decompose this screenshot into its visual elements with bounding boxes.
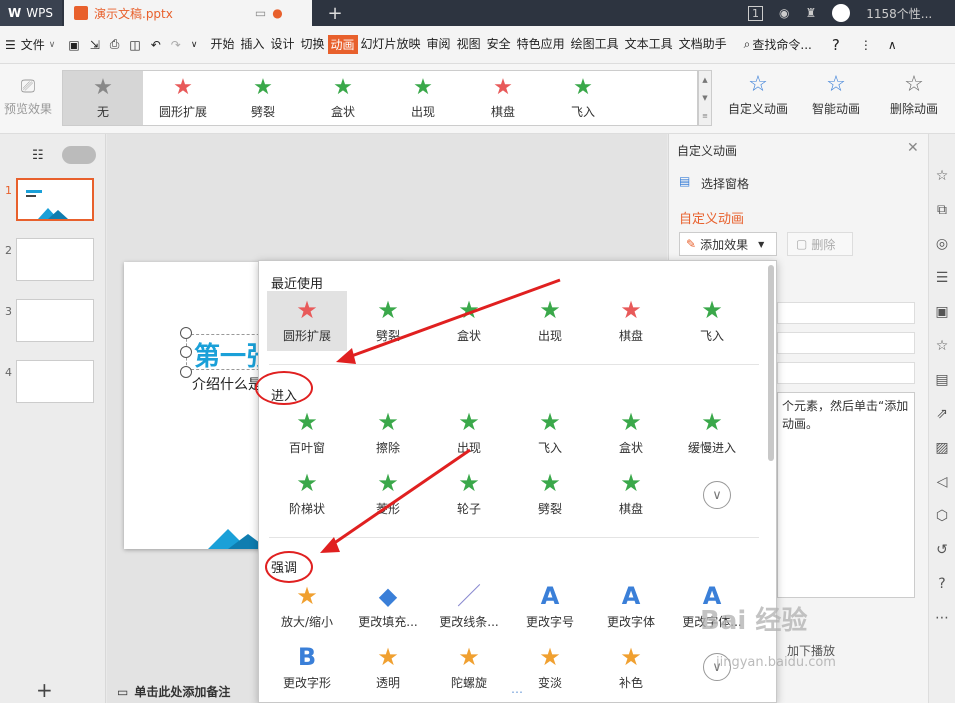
watermark: Bai 经验	[700, 606, 808, 636]
watermark-url: jingyan.baidu.com	[716, 655, 836, 670]
annotation-arrows	[320, 278, 561, 553]
